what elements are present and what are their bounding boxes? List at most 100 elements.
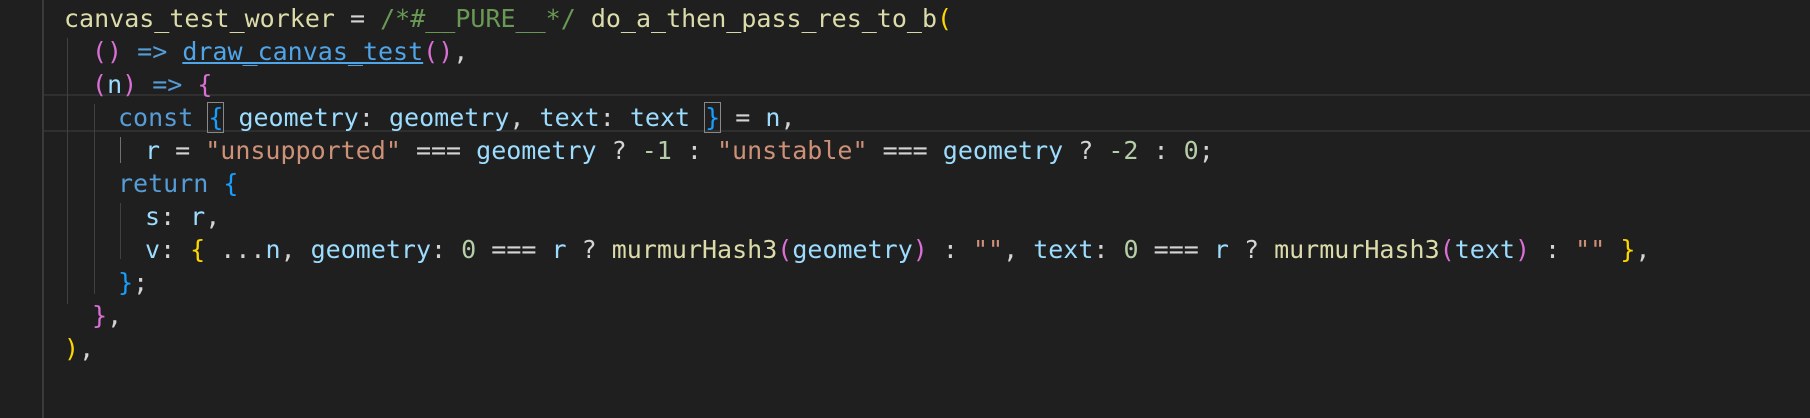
token-variable: geometry [792,235,913,264]
token-property: text [539,103,600,132]
editor-gutter-border [42,0,44,418]
token-number: -1 [641,136,672,165]
token-punctuation: , [79,334,95,363]
token-keyword: return [118,169,209,198]
token-operator: : [1138,136,1184,165]
token-punctuation: ; [1198,136,1214,165]
token-keyword: const [118,103,194,132]
token-variable: text [1454,235,1515,264]
token-variable: r [145,136,161,165]
token-bracket: ( [777,235,793,264]
token-operator: === [867,136,943,165]
token-bracket: } [118,268,134,297]
code-line-11[interactable]: ), [64,330,94,368]
code-editor[interactable]: canvas_test_worker = /*#__PURE__*/ do_a_… [0,0,1810,418]
token-string: "" [972,235,1004,264]
token-comment: /*#__PURE__*/ [380,4,576,33]
token-bracket: ( [1439,235,1455,264]
token-punctuation: : [599,103,630,132]
token-bracket: } [1620,235,1636,264]
token-string: "" [1575,235,1606,264]
token-variable: r [1213,235,1229,264]
token-punctuation: , [107,301,123,330]
token-spread: ... [205,235,266,264]
token-operator: ? [1228,235,1275,264]
token-bracket: } [92,301,108,330]
token-bracket: ( [937,4,953,33]
token-punctuation: , [780,103,796,132]
token-variable: geometry [388,103,510,132]
token-operator: = [334,4,381,33]
token-arrow: => [122,37,183,66]
token-punctuation: : [358,103,389,132]
token-arrow: => [137,70,198,99]
token-operator: === [476,235,552,264]
token-operator: ? [1063,136,1109,165]
token-punctuation: , [280,235,311,264]
token-number: 0 [1123,235,1139,264]
token-operator: : [927,235,973,264]
token-bracket: { [197,70,213,99]
token-bracket: ) [1514,235,1530,264]
token-operator: === [400,136,477,165]
token-punctuation: , [205,202,221,231]
token-operator: ? [566,235,612,264]
token-operator: === [1138,235,1214,264]
token-property: geometry [310,235,432,264]
indent-guide-active [120,137,121,163]
indent-guide [120,203,121,259]
token-property: geometry [238,103,359,132]
token-property: text [1033,235,1094,264]
token-bracket: { [223,169,239,198]
token-bracket: ) [64,334,80,363]
token-function: murmurHash3 [611,235,778,264]
token-bracket: { [190,235,206,264]
token-bracket: () [423,37,454,66]
token-punctuation: , [509,103,540,132]
code-line-5[interactable]: r = "unsupported" === geometry ? -1 : "u… [145,132,1214,170]
token-bracket: ) [912,235,928,264]
token-operator: = [160,136,206,165]
token-property: v [145,235,161,264]
token-function: do_a_then_pass_res_to_b [590,4,938,33]
code-line-10[interactable]: }, [92,297,122,335]
token-punctuation: : [160,202,191,231]
token-bracket: ) [122,70,138,99]
token-punctuation: : [1093,235,1124,264]
token-variable: r [190,202,206,231]
token-punctuation: , [1003,235,1034,264]
token-bracket: ( [92,70,108,99]
token-variable: r [551,235,567,264]
token-number: -2 [1108,136,1139,165]
indent-guide [94,104,95,294]
token-operator: = [720,103,766,132]
token-variable: geometry [942,136,1064,165]
token-punctuation: : [160,235,191,264]
token-variable: text [629,103,691,132]
token-parameter: n [107,70,123,99]
token-variable: n [765,103,781,132]
token-string: "unsupported" [205,136,401,165]
token-variable: n [265,235,281,264]
token-punctuation: , [453,37,469,66]
token-punctuation: , [1635,235,1651,264]
token-function-link[interactable]: draw_canvas_test [182,37,423,66]
token-string: "unstable" [717,136,868,165]
token-number: 0 [461,235,477,264]
token-bracket-matched: { [207,102,225,133]
token-bracket-matched: } [704,102,722,133]
code-line-9[interactable]: }; [118,264,148,302]
token-punctuation: ; [133,268,149,297]
code-line-8[interactable]: v: { ...n, geometry: 0 === r ? murmurHas… [145,231,1650,269]
token-function: murmurHash3 [1274,235,1440,264]
token-operator: : [1530,235,1576,264]
token-property: s [145,202,161,231]
token-identifier: canvas_test_worker [64,4,335,33]
indent-guide [67,38,68,304]
